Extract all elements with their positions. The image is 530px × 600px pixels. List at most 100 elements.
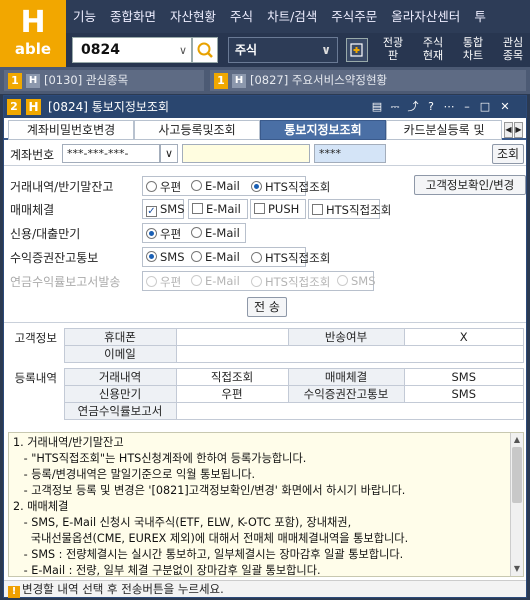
menu-item[interactable]: 자산현황 — [163, 0, 223, 33]
checkbox-icon — [254, 203, 265, 214]
radio-email[interactable]: E-Mail — [191, 226, 240, 240]
menu-item[interactable]: 주식주문 — [324, 0, 384, 33]
form-icon[interactable]: ▤ — [370, 99, 384, 115]
checkbox-hts-direct[interactable]: HTS직접조회 — [312, 202, 391, 218]
notes-scrollbar[interactable]: ▲ ▼ — [510, 433, 523, 576]
tab-scroll-left-button[interactable]: ◀ — [504, 122, 513, 138]
checkbox-email[interactable]: E-Mail — [192, 202, 241, 216]
logo-word: able — [14, 40, 52, 58]
menu-item[interactable]: 차트/검색 — [260, 0, 324, 33]
pin-icon[interactable]: ⎓ — [388, 99, 402, 115]
radio-hts-direct[interactable]: HTS직접조회 — [251, 179, 330, 195]
radio-icon — [191, 180, 202, 191]
option-group: HTS직접조회 — [308, 199, 391, 219]
tab-incident-registration[interactable]: 사고등록및조회 — [134, 120, 260, 140]
toolbar-button-stock-price[interactable]: 주식 현재 — [416, 36, 450, 65]
trade-history-label: 거래내역 — [63, 368, 177, 386]
toolbar-button-chart[interactable]: 통합 차트 — [456, 36, 490, 65]
window-number-badge: 2 — [7, 99, 21, 115]
market-select[interactable]: 주식 ∨ — [228, 37, 338, 63]
radio-icon — [146, 181, 157, 192]
note-line: 1. 거래내역/반기말잔고 — [13, 436, 124, 449]
option-label: 신용/대출만기 — [10, 227, 81, 241]
tab-notification-inquiry[interactable]: 통보지정보조회 — [260, 120, 386, 140]
account-number-input[interactable]: ***-***-***- — [62, 144, 160, 163]
chevron-down-icon[interactable]: ∨ — [179, 39, 187, 63]
radio-email[interactable]: E-Mail — [191, 250, 240, 264]
option-group: ✓ SMS — [142, 199, 185, 219]
radio-icon — [146, 276, 157, 287]
window-tab[interactable]: 1 H [0130] 관심종목 — [4, 70, 204, 91]
market-select-value: 주식 — [235, 43, 258, 57]
password-input[interactable]: **** — [314, 144, 386, 163]
fund-label: 수익증권잔고통보 — [287, 385, 405, 403]
logo-letter: H — [20, 5, 46, 40]
window-tab[interactable]: 1 H [0827] 주요서비스약정현황 — [210, 70, 526, 91]
radio-sms: SMS — [337, 274, 376, 288]
note-line: - 고객정보 등록 및 변경은 '[0821]고객정보확인/변경' 화면에서 하… — [13, 484, 406, 497]
window-tab-label: [0827] 주요서비스약정현황 — [250, 73, 388, 87]
radio-mail[interactable]: 우편 — [146, 226, 181, 242]
checkbox-sms[interactable]: ✓ SMS — [146, 202, 185, 217]
minimize-icon[interactable]: – — [460, 99, 474, 115]
chevron-down-icon: ∨ — [321, 43, 331, 57]
phone-label: 휴대폰 — [63, 328, 177, 346]
window-tab-label: [0130] 관심종목 — [44, 73, 129, 87]
pension-label: 연금수익률보고서 — [63, 402, 177, 420]
notification-window: 2 H [0824] 통보지정보조회 ▤ ⎓ ⤴ ? ⋯ – □ ✕ 계좌비밀번… — [3, 95, 527, 598]
close-icon[interactable]: ✕ — [498, 99, 512, 115]
inquiry-button[interactable]: 조회 — [492, 144, 524, 164]
account-label: 계좌번호 — [10, 148, 55, 162]
scroll-thumb[interactable] — [512, 447, 522, 503]
status-bar: ! 변경할 내역 선택 후 전송버튼을 누르세요. — [4, 580, 526, 598]
help-icon[interactable]: ? — [424, 99, 438, 115]
radio-sms[interactable]: SMS — [146, 250, 185, 264]
chevron-down-icon: ∨ — [164, 147, 174, 160]
checkbox-checked-icon: ✓ — [146, 206, 157, 217]
link-icon[interactable]: ⤴ — [406, 99, 420, 115]
bounce-label: 반송여부 — [287, 328, 405, 346]
execution-label: 매매체결 — [287, 368, 405, 386]
status-message: 변경할 내역 선택 후 전송버튼을 누르세요. — [22, 582, 224, 596]
note-line: 국내선물옵션(CME, EUREX 제외)에 대해서 전매체 매매체결내역을 통… — [13, 532, 409, 545]
app-logo[interactable]: H able — [0, 0, 66, 67]
section-label: 고객정보 — [8, 328, 64, 363]
radio-email[interactable]: E-Mail — [191, 179, 240, 193]
toolbar-button-watchlist[interactable]: 관심 종목 — [496, 36, 530, 65]
checkbox-push[interactable]: PUSH — [254, 202, 299, 216]
customer-info-button[interactable]: 고객정보확인/변경 — [414, 175, 526, 195]
note-line: - 등록/변경내역은 말일기준으로 익월 통보됩니다. — [13, 468, 256, 481]
h-logo-icon: H — [232, 73, 246, 88]
tab-account-password[interactable]: 계좌비밀번호변경 — [8, 120, 134, 140]
tab-card-loss[interactable]: 카드분실등록 및 — [386, 120, 502, 140]
menu-item[interactable]: 기능 — [66, 0, 103, 33]
add-window-button[interactable] — [346, 38, 368, 62]
window-titlebar[interactable]: 2 H [0824] 통보지정보조회 ▤ ⎓ ⤴ ? ⋯ – □ ✕ — [4, 96, 526, 118]
search-icon — [197, 42, 213, 58]
option-group: PUSH — [250, 199, 306, 219]
option-group: SMS E-Mail HTS직접조회 — [142, 247, 330, 267]
stock-code-input[interactable]: 0824 ∨ — [72, 37, 192, 63]
note-line: - "HTS직접조회"는 HTS신청계좌에 한하여 등록가능합니다. — [13, 452, 307, 465]
radio-hts-direct[interactable]: HTS직접조회 — [251, 250, 330, 266]
search-button[interactable] — [192, 37, 218, 63]
account-dropdown-button[interactable]: ∨ — [160, 144, 178, 163]
toolbar: 0824 ∨ 주식 ∨ 전광 판 주식 현재 통합 차트 관심 종목 — [66, 33, 530, 67]
toolbar-button-ticker[interactable]: 전광 판 — [376, 36, 410, 65]
maximize-icon[interactable]: □ — [478, 99, 492, 115]
option-row-credit: 신용/대출만기 우편 E-Mail — [10, 222, 526, 244]
warning-icon: ! — [8, 586, 20, 598]
menu-item[interactable]: 주식 — [223, 0, 260, 33]
menu-item[interactable]: 종합화면 — [103, 0, 163, 33]
radio-selected-icon — [251, 181, 262, 192]
menu-item[interactable]: 올라자산센터 — [384, 0, 467, 33]
tab-scroll-right-button[interactable]: ▶ — [514, 122, 523, 138]
option-label: 수익증권잔고통보 — [10, 251, 99, 265]
scroll-up-icon[interactable]: ▲ — [512, 435, 522, 445]
menu-item[interactable]: 투 — [467, 0, 493, 33]
sub-tabs: 계좌비밀번호변경 사고등록및조회 통보지정보조회 카드분실등록 및 ◀ ▶ — [4, 120, 526, 140]
link-window-icon[interactable]: ⋯ — [442, 99, 456, 115]
send-button[interactable]: 전 송 — [247, 297, 287, 317]
radio-mail[interactable]: 우편 — [146, 179, 181, 195]
scroll-down-icon[interactable]: ▼ — [512, 564, 522, 574]
